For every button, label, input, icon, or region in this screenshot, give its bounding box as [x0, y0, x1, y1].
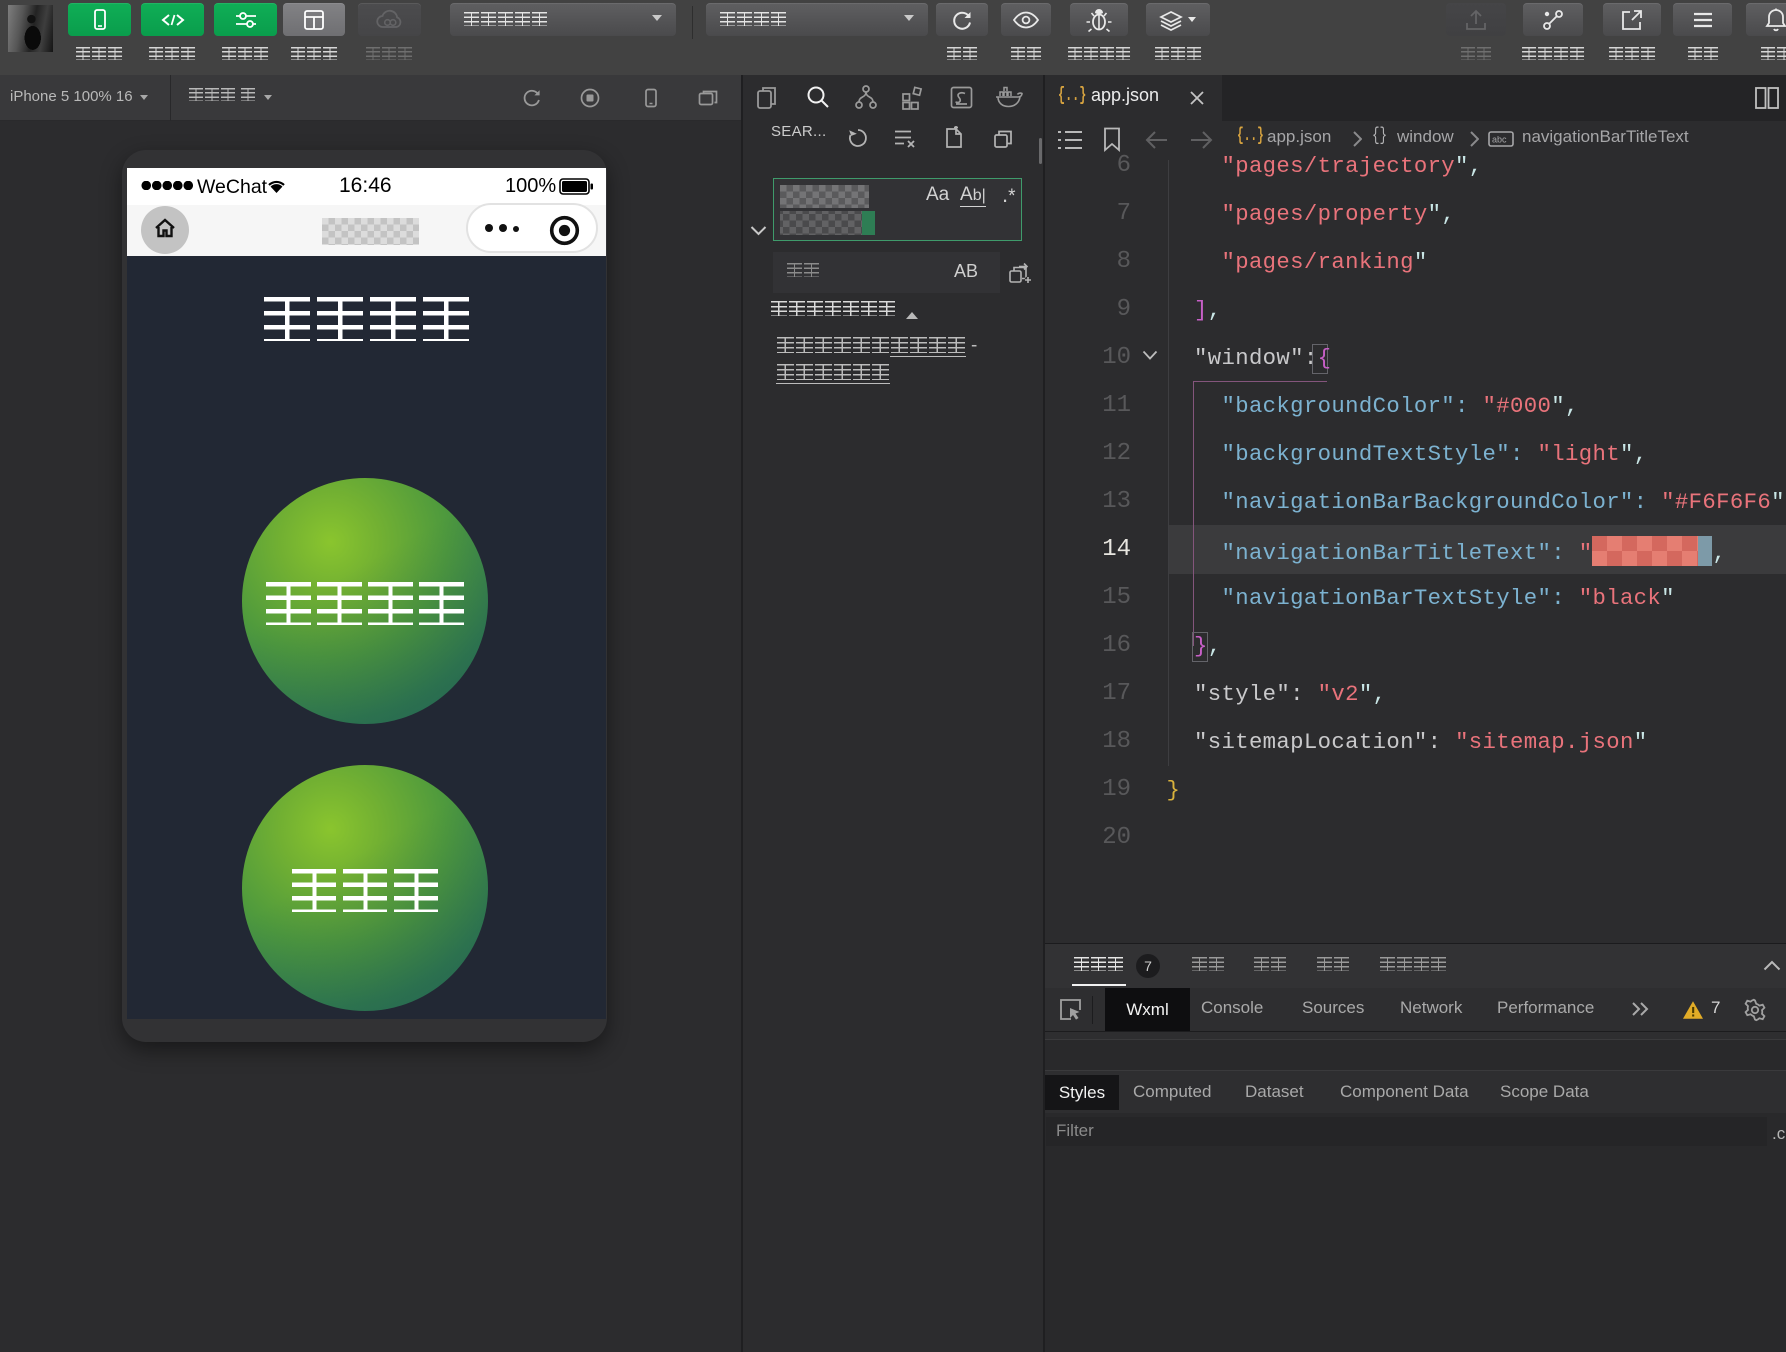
svg-text:abc: abc	[1492, 135, 1507, 145]
